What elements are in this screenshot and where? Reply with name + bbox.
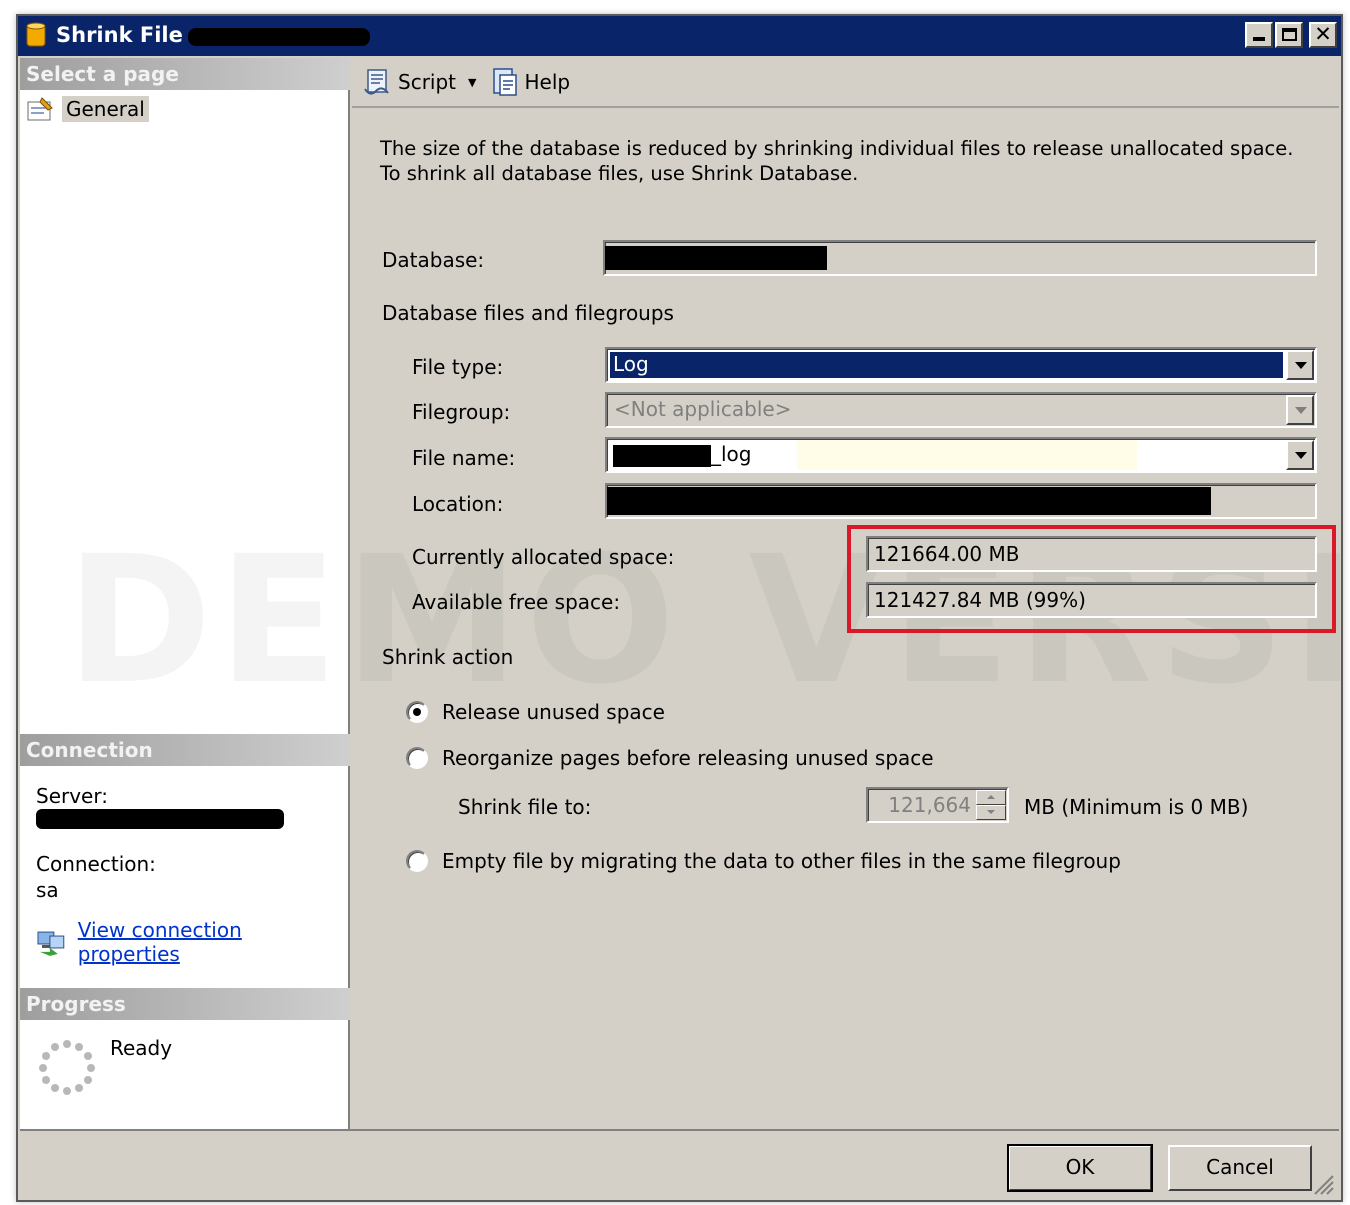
files-section-label: Database files and filegroups bbox=[382, 301, 674, 325]
shrink-to-value: 121,664 bbox=[888, 793, 971, 817]
file-name-value: _log bbox=[711, 442, 752, 466]
file-name-select[interactable]: _log bbox=[605, 437, 1317, 473]
help-icon bbox=[493, 68, 518, 96]
resize-grip-icon[interactable] bbox=[1311, 1172, 1335, 1196]
close-button[interactable]: ✕ bbox=[1309, 22, 1337, 48]
database-field bbox=[603, 240, 1317, 276]
chevron-down-icon[interactable] bbox=[1286, 440, 1314, 470]
highlight-annotation bbox=[847, 525, 1336, 633]
radio-empty-label: Empty file by migrating the data to othe… bbox=[442, 849, 1121, 873]
database-label: Database: bbox=[382, 248, 485, 272]
connection-properties-icon bbox=[37, 931, 65, 956]
location-field bbox=[605, 483, 1317, 519]
redacted-location-value bbox=[607, 487, 1211, 515]
server-label: Server: bbox=[36, 784, 108, 808]
radio-reorganize-label: Reorganize pages before releasing unused… bbox=[442, 746, 934, 770]
radio-button[interactable] bbox=[406, 850, 428, 872]
chevron-down-icon[interactable]: ▼ bbox=[468, 76, 476, 89]
script-icon bbox=[364, 69, 389, 95]
view-connection-properties[interactable]: View connection properties bbox=[36, 918, 348, 966]
progress-spinner-icon bbox=[39, 1040, 95, 1095]
radio-release-label: Release unused space bbox=[442, 700, 665, 724]
file-type-select[interactable]: Log bbox=[605, 347, 1317, 383]
chevron-down-icon[interactable] bbox=[1286, 395, 1314, 425]
properties-page-icon bbox=[27, 97, 53, 121]
shrink-action-label: Shrink action bbox=[382, 645, 514, 669]
free-space-label: Available free space: bbox=[412, 590, 621, 614]
page-item-label: General bbox=[62, 96, 149, 122]
spin-up-icon[interactable] bbox=[976, 790, 1006, 805]
help-label: Help bbox=[524, 70, 571, 94]
left-pane: Select a page General Connection Server:… bbox=[20, 58, 350, 1129]
radio-empty-file[interactable]: Empty file by migrating the data to othe… bbox=[406, 849, 1121, 873]
allocated-space-label: Currently allocated space: bbox=[412, 545, 675, 569]
view-connection-link[interactable]: View connection properties bbox=[78, 918, 348, 966]
page-item-general[interactable]: General bbox=[26, 94, 149, 124]
redacted-database-value bbox=[605, 246, 827, 270]
cancel-button[interactable]: Cancel bbox=[1168, 1145, 1312, 1191]
spin-down-icon[interactable] bbox=[976, 805, 1006, 820]
close-icon: ✕ bbox=[1314, 22, 1332, 46]
shrink-to-unit: MB (Minimum is 0 MB) bbox=[1024, 795, 1249, 819]
shrink-file-dialog: Shrink File - ✕ Select a page General Co… bbox=[16, 14, 1350, 1202]
shrink-to-spinner[interactable]: 121,664 bbox=[866, 787, 1009, 823]
file-type-value: Log bbox=[609, 351, 1284, 379]
connection-value: sa bbox=[36, 878, 59, 902]
autocomplete-highlight bbox=[797, 440, 1137, 470]
description-text: The size of the database is reduced by s… bbox=[380, 137, 1294, 185]
footer-divider bbox=[20, 1129, 1339, 1131]
redacted-database-name bbox=[188, 28, 370, 46]
filegroup-label: Filegroup: bbox=[412, 400, 511, 424]
radio-button[interactable] bbox=[406, 747, 428, 769]
filegroup-select[interactable]: <Not applicable> bbox=[605, 392, 1317, 428]
maximize-button[interactable] bbox=[1275, 22, 1303, 48]
help-button[interactable]: Help bbox=[486, 65, 574, 99]
connection-header: Connection bbox=[20, 734, 350, 766]
maximize-icon bbox=[1282, 28, 1297, 41]
script-label: Script bbox=[398, 70, 457, 94]
location-label: Location: bbox=[412, 492, 504, 516]
progress-header: Progress bbox=[20, 988, 350, 1020]
redacted-server-name bbox=[36, 809, 284, 829]
title-bar[interactable]: Shrink File - ✕ bbox=[18, 16, 1341, 56]
radio-button[interactable] bbox=[406, 701, 428, 723]
window-title: Shrink File - bbox=[56, 23, 199, 47]
file-name-label: File name: bbox=[412, 446, 516, 470]
connection-label: Connection: bbox=[36, 852, 156, 876]
database-icon bbox=[26, 22, 46, 47]
chevron-down-icon[interactable] bbox=[1286, 350, 1314, 380]
toolbar: Script ▼ Help bbox=[352, 58, 1339, 108]
minimize-icon bbox=[1253, 37, 1265, 41]
select-page-header: Select a page bbox=[20, 58, 350, 90]
redacted-file-name bbox=[613, 445, 711, 467]
ok-button[interactable]: OK bbox=[1007, 1144, 1153, 1192]
radio-release-unused[interactable]: Release unused space bbox=[406, 700, 665, 724]
filegroup-value: <Not applicable> bbox=[614, 397, 792, 421]
shrink-to-label: Shrink file to: bbox=[458, 795, 592, 819]
progress-status: Ready bbox=[110, 1036, 173, 1060]
script-button[interactable]: Script ▼ bbox=[358, 65, 480, 99]
minimize-button[interactable] bbox=[1245, 22, 1273, 48]
file-type-label: File type: bbox=[412, 355, 504, 379]
radio-reorganize[interactable]: Reorganize pages before releasing unused… bbox=[406, 746, 934, 770]
